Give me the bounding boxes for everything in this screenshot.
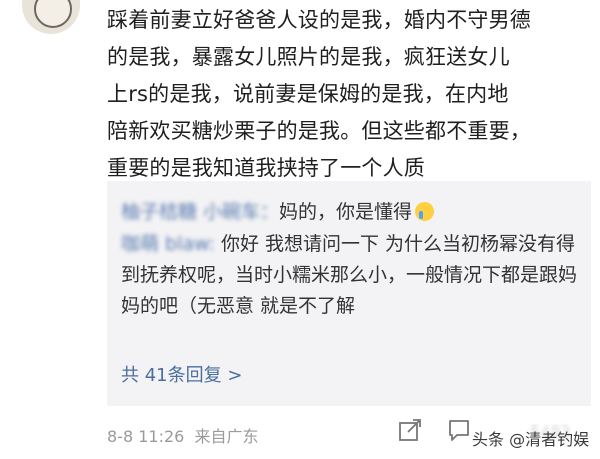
comment-meta: 8-8 11:26 来自广东 bbox=[107, 423, 259, 447]
post-line: 踩着前妻立好爸爸人设的是我，婚内不守男德 bbox=[107, 8, 531, 32]
post-line: 上rs的是我，说前妻是保姆的是我，在内地 bbox=[107, 82, 509, 106]
reply-text: 妈的，你是懂得 bbox=[279, 201, 413, 223]
comment-source: 来自广东 bbox=[194, 427, 259, 446]
reply-author[interactable]: 咖萌 blaw: bbox=[121, 233, 221, 255]
watermark: 头条 @清者钓娱 bbox=[472, 426, 590, 450]
avatar[interactable] bbox=[22, 0, 80, 34]
reply-item[interactable]: 咖萌 blaw: 你好 我想请问一下 为什么当初杨幂没有得到抚养权呢，当时小糯米… bbox=[121, 229, 581, 322]
avatar-face-icon bbox=[34, 0, 72, 28]
reply-item[interactable]: 柚子桔糖 小碗车：妈的，你是懂得 bbox=[121, 197, 435, 228]
share-icon[interactable] bbox=[396, 416, 424, 444]
post-text: 踩着前妻立好爸爸人设的是我，婚内不守男德 的是我，暴露女儿照片的是我，疯狂送女儿… bbox=[107, 2, 587, 187]
comment-date: 8-8 11:26 bbox=[107, 427, 185, 446]
post-line: 陪新欢买糖炒栗子的是我。但这些都不重要， bbox=[107, 119, 531, 143]
crying-face-icon bbox=[415, 202, 435, 221]
comment-icon[interactable] bbox=[445, 416, 473, 444]
reply-box: 柚子桔糖 小碗车：妈的，你是懂得 咖萌 blaw: 你好 我想请问一下 为什么当… bbox=[107, 181, 591, 406]
more-replies-link[interactable]: 共 41条回复 > bbox=[121, 361, 242, 387]
post-line: 的是我，暴露女儿照片的是我，疯狂送女儿 bbox=[107, 45, 510, 69]
reply-author[interactable]: 柚子桔糖 小碗车： bbox=[121, 201, 279, 223]
